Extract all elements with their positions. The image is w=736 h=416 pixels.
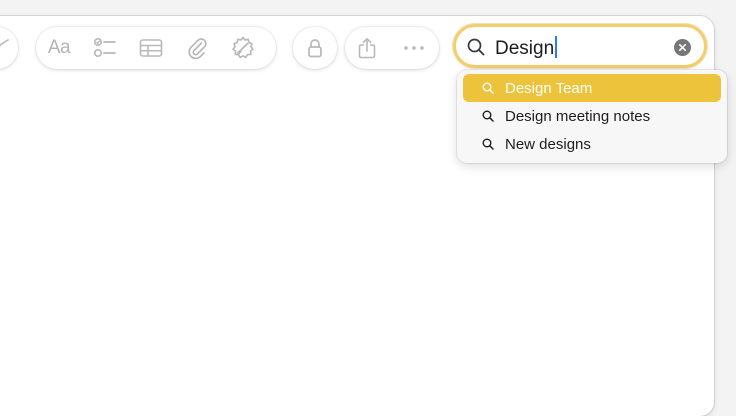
format-text-button[interactable]: Aa	[36, 27, 82, 69]
clear-icon	[679, 44, 686, 51]
suggestion-item-selected[interactable]: Design Team	[463, 74, 721, 102]
clear-search-button[interactable]	[674, 39, 691, 56]
share-button[interactable]	[345, 27, 389, 69]
attachment-icon	[188, 38, 207, 60]
format-text-icon: Aa	[47, 37, 71, 58]
search-icon	[467, 38, 485, 56]
collaborate-icon	[232, 36, 254, 59]
lock-button[interactable]	[293, 27, 337, 69]
table-button[interactable]	[128, 27, 174, 69]
suggestion-label: New designs	[505, 135, 591, 153]
text-caret	[555, 36, 558, 58]
collaborate-button[interactable]	[220, 27, 266, 69]
search-icon	[481, 81, 495, 95]
checklist-button[interactable]	[82, 27, 128, 69]
compose-button[interactable]	[0, 27, 18, 69]
checklist-icon	[93, 37, 116, 58]
search-icon	[481, 109, 495, 123]
formatting-toolbar-group: Aa	[36, 27, 276, 69]
search-suggestions-dropdown: Design Team Design meeting notes New des…	[457, 70, 727, 163]
search-field[interactable]: Design	[453, 24, 707, 68]
search-input-text: Design	[495, 38, 555, 59]
compose-icon	[0, 27, 18, 69]
table-icon	[139, 39, 163, 57]
suggestion-item[interactable]: New designs	[463, 130, 721, 158]
suggestion-label: Design Team	[505, 79, 593, 97]
more-button[interactable]	[389, 27, 439, 69]
attachment-button[interactable]	[174, 27, 220, 69]
search-icon	[481, 137, 495, 151]
share-icon	[358, 38, 376, 59]
suggestion-label: Design meeting notes	[505, 107, 651, 125]
more-icon	[404, 46, 424, 50]
suggestion-item[interactable]: Design meeting notes	[463, 102, 721, 130]
lock-icon	[293, 27, 337, 69]
share-more-group	[345, 27, 439, 69]
search-input[interactable]: Design	[495, 36, 558, 60]
